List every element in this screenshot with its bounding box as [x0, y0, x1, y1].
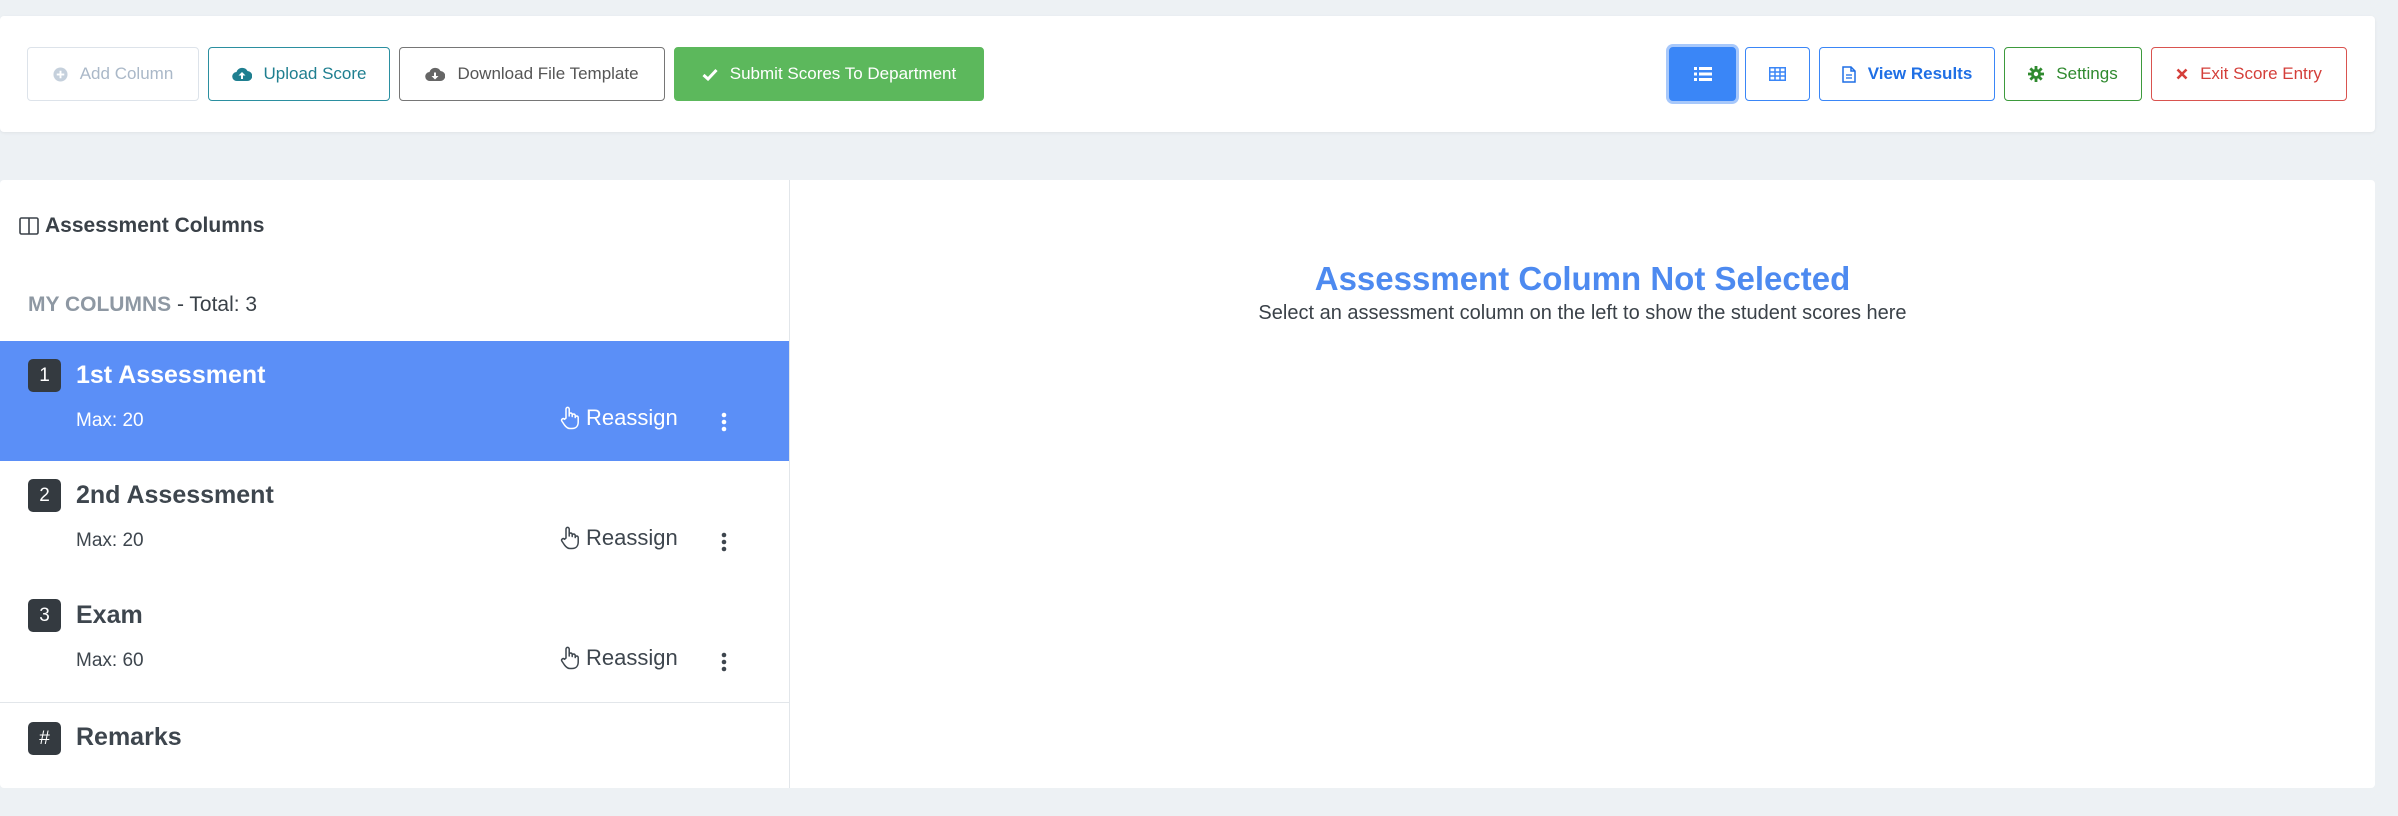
settings-button[interactable]: Settings: [2004, 47, 2142, 101]
assessment-sidebar: Assessment Columns MY COLUMNS - Total: 3…: [0, 180, 790, 788]
my-columns-label: MY COLUMNS: [28, 293, 172, 316]
column-max-score: Max: 20: [76, 530, 144, 551]
column-title: 2nd Assessment: [76, 481, 274, 509]
column-max-score: Max: 20: [76, 410, 144, 431]
exit-score-entry-label: Exit Score Entry: [2200, 64, 2322, 83]
sidebar-title: Assessment Columns: [45, 214, 265, 237]
table-icon: [1769, 67, 1786, 81]
assessment-column-item[interactable]: 2 2nd Assessment Max: 20 Reassign: [0, 461, 789, 581]
add-column-button[interactable]: Add Column: [27, 47, 199, 101]
column-number-badge: 1: [28, 359, 61, 392]
submit-scores-label: Submit Scores To Department: [729, 64, 957, 83]
toolbar-right-group: View Results Settings Exit Score Entry: [1669, 47, 2347, 101]
column-title: Exam: [76, 601, 143, 629]
table-view-button[interactable]: [1745, 47, 1810, 101]
reassign-label: Reassign: [586, 405, 678, 430]
column-number-badge: 2: [28, 479, 61, 512]
hand-pointer-icon: [560, 406, 580, 430]
assessment-column-item[interactable]: 3 Exam Max: 60 Reassign: [0, 581, 789, 701]
view-results-button[interactable]: View Results: [1819, 47, 1995, 101]
settings-label: Settings: [2056, 64, 2118, 83]
reassign-button[interactable]: Reassign: [560, 525, 678, 551]
upload-score-label: Upload Score: [263, 64, 367, 83]
remarks-badge: #: [28, 722, 61, 755]
list-view-button[interactable]: [1669, 47, 1736, 101]
my-columns-summary: MY COLUMNS - Total: 3: [28, 293, 257, 317]
document-icon: [1841, 65, 1856, 83]
column-max-score: Max: 60: [76, 650, 144, 671]
empty-state-title: Assessment Column Not Selected: [1314, 260, 1851, 297]
kebab-icon[interactable]: [716, 529, 732, 555]
cloud-upload-icon: [231, 67, 252, 82]
close-icon: [2176, 68, 2188, 80]
kebab-icon[interactable]: [716, 649, 732, 675]
column-title: 1st Assessment: [76, 361, 266, 389]
main-panel: Assessment Columns MY COLUMNS - Total: 3…: [0, 180, 2375, 788]
toolbar-left-group: Add Column Upload Score Download File Te…: [27, 47, 984, 101]
reassign-button[interactable]: Reassign: [560, 645, 678, 671]
check-icon: [702, 68, 718, 81]
download-template-button[interactable]: Download File Template: [399, 47, 665, 101]
submit-scores-button[interactable]: Submit Scores To Department: [674, 47, 984, 101]
cloud-download-icon: [425, 67, 446, 82]
hand-pointer-icon: [560, 646, 580, 670]
download-template-label: Download File Template: [457, 64, 639, 83]
add-column-label: Add Column: [79, 64, 174, 83]
hand-pointer-icon: [560, 526, 580, 550]
exit-score-entry-button[interactable]: Exit Score Entry: [2151, 47, 2347, 101]
remarks-title: Remarks: [76, 723, 182, 751]
reassign-label: Reassign: [586, 525, 678, 550]
reassign-label: Reassign: [586, 645, 678, 670]
columns-icon: [19, 217, 39, 235]
upload-score-button[interactable]: Upload Score: [208, 47, 390, 101]
plus-circle-icon: [53, 66, 68, 82]
reassign-button[interactable]: Reassign: [560, 405, 678, 431]
kebab-icon[interactable]: [716, 409, 732, 435]
list-icon: [1693, 67, 1712, 81]
column-number-badge: 3: [28, 599, 61, 632]
sidebar-header: Assessment Columns: [19, 214, 264, 238]
assessment-column-item[interactable]: 1 1st Assessment Max: 20 Reassign: [0, 341, 789, 461]
view-results-label: View Results: [1867, 64, 1973, 83]
gear-icon: [2028, 66, 2045, 82]
empty-state-description: Select an assessment column on the left …: [1258, 302, 1907, 324]
columns-total: - Total: 3: [171, 293, 258, 316]
remarks-item[interactable]: # Remarks: [0, 703, 789, 788]
score-entry-toolbar: Add Column Upload Score Download File Te…: [0, 16, 2375, 132]
